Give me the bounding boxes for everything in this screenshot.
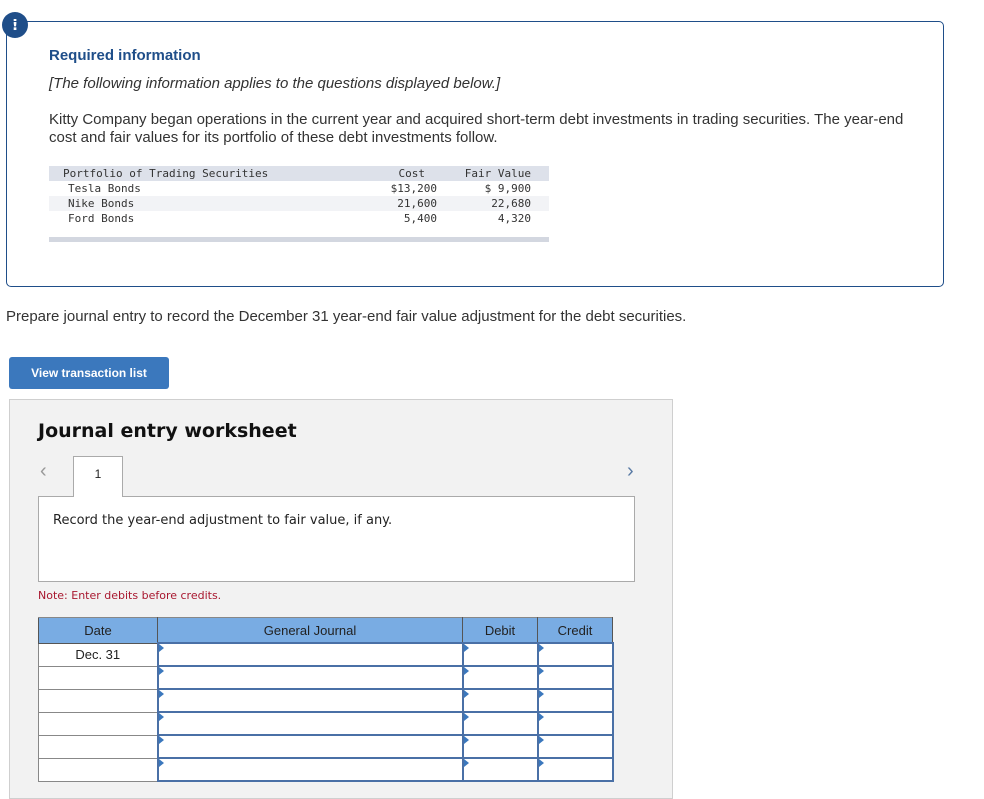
instruction-text: Record the year-end adjustment to fair v… [53,513,393,528]
security-name: Nike Bonds [68,197,135,210]
question-prompt: Prepare journal entry to record the Dece… [6,308,687,325]
view-transaction-list-button[interactable]: View transaction list [9,357,169,389]
debit-input[interactable] [463,690,537,711]
security-cost: 21,600 [397,197,437,210]
journal-header-row: Date General Journal Debit Credit [38,617,613,644]
credit-cell[interactable] [536,688,614,713]
portfolio-table: Portfolio of Trading Securities Cost Fai… [49,166,549,242]
account-input[interactable] [158,644,462,665]
portfolio-row: Nike Bonds 21,600 22,680 [49,196,549,211]
debit-cell[interactable] [461,642,539,667]
date-cell: Dec. 31 [38,642,158,667]
header-debit: Debit [462,617,538,644]
header-credit: Credit [537,617,613,644]
info-text: Kitty Company began operations in the cu… [49,111,904,146]
portfolio-row: Tesla Bonds $13,200 $ 9,900 [49,181,549,196]
worksheet-title: Journal entry worksheet [38,420,297,442]
portfolio-footer-bar [49,237,549,242]
account-cell[interactable] [156,711,464,736]
chevron-right-icon[interactable]: › [627,460,634,483]
journal-row [38,688,614,713]
credit-cell[interactable] [536,665,614,690]
journal-row [38,665,614,690]
account-input[interactable] [158,759,462,780]
account-input[interactable] [158,690,462,711]
credit-input[interactable] [538,713,612,734]
debit-input[interactable] [463,736,537,757]
portfolio-header-name: Portfolio of Trading Securities [63,167,269,180]
credit-cell[interactable] [536,642,614,667]
info-title: Required information [49,47,201,64]
account-cell[interactable] [156,757,464,782]
security-cost: $13,200 [390,182,437,195]
debit-input[interactable] [463,667,537,688]
general-journal-table: Date General Journal Debit Credit Dec. 3… [38,617,614,782]
portfolio-header-row: Portfolio of Trading Securities Cost Fai… [49,166,549,181]
date-cell [38,688,158,713]
credit-input[interactable] [538,736,612,757]
date-cell [38,665,158,690]
security-name: Ford Bonds [68,212,135,225]
portfolio-row: Ford Bonds 5,400 4,320 [49,211,549,226]
debit-cell[interactable] [461,665,539,690]
credit-input[interactable] [538,644,612,665]
account-cell[interactable] [156,734,464,759]
debit-cell[interactable] [461,734,539,759]
account-input[interactable] [158,736,462,757]
debit-cell[interactable] [461,711,539,736]
account-cell[interactable] [156,665,464,690]
date-cell [38,757,158,782]
debit-input[interactable] [463,713,537,734]
security-fair-value: 4,320 [497,212,531,225]
header-general-journal: General Journal [157,617,463,644]
chevron-left-icon[interactable]: ‹ [40,460,47,483]
credit-input[interactable] [538,759,612,780]
journal-row: Dec. 31 [38,642,614,667]
debits-credits-note: Note: Enter debits before credits. [38,589,222,602]
security-cost: 5,400 [403,212,437,225]
journal-row [38,734,614,759]
portfolio-header-fair-value: Fair Value [464,167,531,180]
portfolio-header-cost: Cost [398,167,426,180]
debit-input[interactable] [463,759,537,780]
account-input[interactable] [158,713,462,734]
security-fair-value: 22,680 [491,197,531,210]
security-name: Tesla Bonds [68,182,141,195]
journal-entry-worksheet: Journal entry worksheet ‹ 1 › Record the… [9,399,673,799]
header-date: Date [38,617,158,644]
date-cell [38,711,158,736]
debit-cell[interactable] [461,688,539,713]
credit-cell[interactable] [536,711,614,736]
debit-cell[interactable] [461,757,539,782]
account-input[interactable] [158,667,462,688]
debit-input[interactable] [463,644,537,665]
info-subtitle: [The following information applies to th… [49,75,501,92]
worksheet-tab-1[interactable]: 1 [73,456,123,497]
credit-input[interactable] [538,667,612,688]
journal-row [38,711,614,736]
date-cell [38,734,158,759]
journal-row [38,757,614,782]
account-cell[interactable] [156,688,464,713]
credit-input[interactable] [538,690,612,711]
instruction-box: Record the year-end adjustment to fair v… [38,496,635,582]
credit-cell[interactable] [536,757,614,782]
security-fair-value: $ 9,900 [484,182,531,195]
account-cell[interactable] [156,642,464,667]
credit-cell[interactable] [536,734,614,759]
